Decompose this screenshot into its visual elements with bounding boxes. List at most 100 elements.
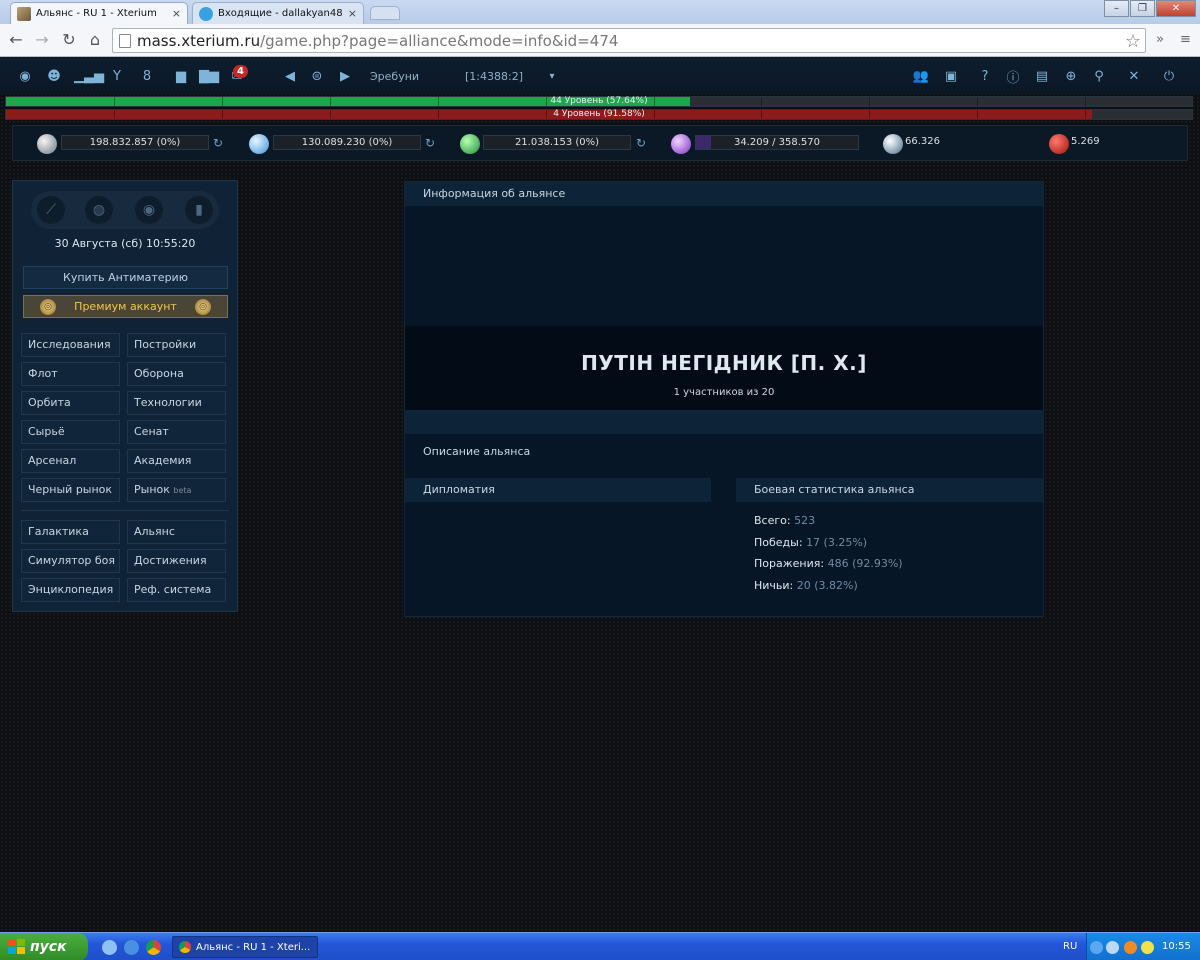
battle-stats-header: Боевая статистика альянса (736, 478, 1043, 502)
forward-arrow-icon[interactable]: → (33, 31, 51, 49)
forum-icon[interactable]: ▇▆ (199, 67, 219, 85)
galaxy-icon[interactable]: ◍ (85, 196, 113, 224)
level-bar-tick (221, 110, 223, 119)
menu-item[interactable]: Сенат (127, 420, 226, 444)
url-host: mass.xterium.ru (137, 31, 261, 50)
statistics-icon[interactable]: ▁▃▅ (74, 67, 104, 85)
menu-item[interactable]: Черный рынок (21, 478, 120, 502)
menu-item[interactable]: Оборона (127, 362, 226, 386)
menu-item-label: Технологии (134, 396, 202, 409)
espionage-eye-icon[interactable]: ◉ (135, 196, 163, 224)
extensions-chevron-icon[interactable]: » (1156, 32, 1164, 47)
restore-button[interactable]: ❐ (1130, 0, 1155, 17)
empire-icon[interactable]: ☻ (45, 67, 63, 85)
alliance-level-label: 4 Уровень (91.58%) (553, 109, 645, 119)
menu-item[interactable]: Сырьё (21, 420, 120, 444)
menu-item[interactable]: Симулятор боя (21, 549, 120, 573)
metal-refresh-icon[interactable]: ↻ (213, 136, 223, 150)
overview-eye-icon[interactable]: ◉ (16, 67, 34, 85)
menu-item[interactable]: Альянс (127, 520, 226, 544)
stat-losses: Поражения: 486 (92.93%) (754, 557, 903, 570)
menu-item[interactable]: Достижения (127, 549, 226, 573)
address-bar[interactable]: mass.xterium.ru/game.php?page=alliance&m… (112, 28, 1146, 53)
tray-expand-icon[interactable] (1090, 941, 1103, 954)
network-tray-icon[interactable] (1106, 941, 1119, 954)
tab-close-icon[interactable]: × (348, 7, 357, 20)
home-icon[interactable]: ⌂ (86, 31, 104, 49)
alliance-members: 1 участников из 20 (673, 387, 775, 398)
tab-close-icon[interactable]: × (172, 7, 181, 20)
bookmark-star-icon[interactable]: ☆ (1125, 31, 1141, 52)
chrome-tray-icon[interactable] (1124, 941, 1137, 954)
alliance-info-header: Информация об альянсе (405, 182, 1043, 206)
search-icon[interactable]: ⚲ (1090, 67, 1108, 85)
premium-coin-icon: ◎ (195, 299, 211, 315)
ie-quicklaunch-icon[interactable] (124, 940, 139, 955)
minimize-button[interactable]: – (1104, 0, 1129, 17)
url-path: /game.php?page=alliance&mode=info&id=474 (260, 31, 619, 50)
attack-sword-icon[interactable]: ⟋ (37, 196, 65, 224)
menu-item-label: Арсенал (28, 454, 77, 467)
level-bar-tick (653, 110, 655, 119)
buddies-icon[interactable]: 👥 (912, 67, 930, 85)
info-icon[interactable]: ⓘ (1004, 67, 1022, 86)
chrome-quicklaunch-icon[interactable] (146, 940, 161, 955)
notes-icon[interactable]: ▣ (942, 67, 960, 85)
start-button[interactable]: пуск (0, 933, 88, 960)
tab-title: Альянс - RU 1 - Xterium (36, 8, 157, 19)
screen-icon[interactable]: ▤ (1033, 67, 1051, 85)
chat-icon[interactable]: ▆ (172, 67, 190, 85)
settings-tools-icon[interactable]: ✕ (1125, 67, 1143, 85)
antimatter-amount: 5.269 (1071, 136, 1100, 147)
messenger-tray-icon[interactable] (1141, 941, 1154, 954)
deuterium-refresh-icon[interactable]: ↻ (636, 136, 646, 150)
tab-inbox[interactable]: Входящие - dallakyan48@m × (192, 2, 364, 24)
logout-power-icon[interactable]: ⏻ (1160, 67, 1178, 85)
planet-name[interactable]: Эребуни (370, 70, 419, 83)
reload-icon[interactable]: ↻ (60, 31, 78, 49)
crystal-refresh-icon[interactable]: ↻ (425, 136, 435, 150)
level-bar-tick (1085, 97, 1087, 106)
planet-list-icon[interactable]: ⊜ (308, 67, 326, 85)
windows-flag-icon (8, 939, 26, 955)
prev-planet-icon[interactable]: ◀ (281, 67, 299, 85)
rocket-icon[interactable]: ▮ (185, 196, 213, 224)
show-desktop-icon[interactable] (102, 940, 117, 955)
menu-item[interactable]: Реф. система (127, 578, 226, 602)
menu-item[interactable]: Энциклопедия (21, 578, 120, 602)
level-bar-tick (113, 97, 115, 106)
planet-dropdown-icon[interactable]: ▾ (543, 67, 561, 85)
planet-coords[interactable]: [1:4388:2] (465, 70, 523, 83)
help-icon[interactable]: ? (976, 67, 994, 85)
menu-item[interactable]: Технологии (127, 391, 226, 415)
level-bar-tick (869, 97, 871, 106)
support-lifebuoy-icon[interactable]: ⊕ (1062, 67, 1080, 85)
next-planet-icon[interactable]: ▶ (336, 67, 354, 85)
resources-bar: 198.832.857 (0%) ↻ 130.089.230 (0%) ↻ 21… (12, 125, 1188, 161)
menu-item[interactable]: Постройки (127, 333, 226, 357)
menu-item[interactable]: Флот (21, 362, 120, 386)
menu-item[interactable]: Галактика (21, 520, 120, 544)
menu-item[interactable]: Рынок beta (127, 478, 226, 502)
new-tab-button[interactable] (370, 6, 400, 20)
menu-item[interactable]: Академия (127, 449, 226, 473)
back-arrow-icon[interactable]: ← (7, 31, 25, 49)
language-indicator[interactable]: RU (1063, 941, 1077, 952)
menu-item[interactable]: Арсенал (21, 449, 120, 473)
quick-icons: ⟋ ◍ ◉ ▮ (31, 191, 219, 229)
menu-item[interactable]: Орбита (21, 391, 120, 415)
menu-item-label: Оборона (134, 367, 184, 380)
close-window-button[interactable]: ✕ (1156, 0, 1196, 17)
deuterium-amount: 21.038.153 (0%) (483, 135, 631, 150)
taskbar-chrome-window[interactable]: Альянс - RU 1 - Xteri... (172, 936, 318, 958)
energy-icon (671, 134, 691, 154)
trophy-icon[interactable]: Y (108, 67, 126, 85)
level-bar-tick (761, 110, 763, 119)
buy-antimatter-button[interactable]: Купить Антиматерию (23, 266, 228, 289)
premium-account-button[interactable]: ◎ Премиум аккаунт ◎ (23, 295, 228, 318)
menu-item[interactable]: Исследования (21, 333, 120, 357)
tab-alliance[interactable]: Альянс - RU 1 - Xterium × (10, 2, 188, 24)
menu-item-label: Рынок (134, 483, 170, 496)
medal-icon[interactable]: 8 (138, 67, 156, 85)
chrome-menu-icon[interactable]: ≡ (1180, 32, 1191, 47)
